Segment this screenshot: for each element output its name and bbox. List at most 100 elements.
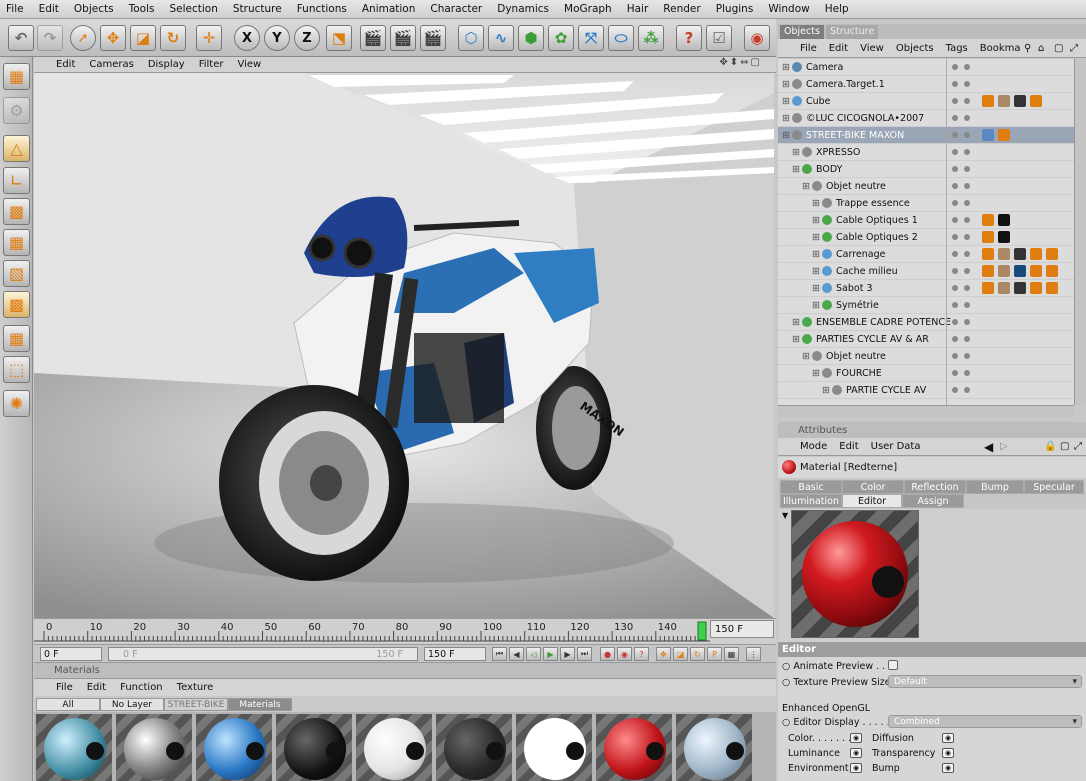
visibility-dots[interactable] (952, 200, 958, 206)
object-tree-row[interactable]: ⊞ Cache milieu (778, 263, 1074, 280)
expand-toggle-icon[interactable]: ⊞ (812, 283, 820, 294)
menu-structure[interactable]: Structure (233, 3, 282, 15)
object-tag-icon[interactable] (1046, 265, 1058, 277)
object-tag-icon[interactable] (998, 265, 1010, 277)
expand-toggle-icon[interactable]: ⊞ (782, 113, 790, 124)
object-tree-row[interactable]: ⊞ Camera (778, 59, 1074, 76)
object-tag-icon[interactable] (998, 129, 1010, 141)
new-window-icon[interactable]: ▢ (1054, 43, 1063, 54)
material-swatch[interactable] (36, 714, 112, 781)
visibility-dots[interactable] (952, 251, 958, 257)
next-key-icon[interactable]: ▶ (560, 647, 575, 661)
expand-toggle-icon[interactable]: ⊞ (812, 198, 820, 209)
attr-tab-specular[interactable]: Specular (1024, 480, 1084, 494)
back-arrow-icon[interactable]: ◀ (984, 440, 993, 454)
layout-icon[interactable]: ▦ (3, 63, 30, 90)
animate-preview-checkbox[interactable] (888, 660, 898, 670)
redo-icon[interactable]: ↷ (37, 25, 63, 51)
texture-preview-size-dropdown[interactable]: Default ▾ (888, 675, 1082, 688)
menu-hair[interactable]: Hair (627, 3, 649, 15)
maximize-icon[interactable]: ⤢ (1070, 43, 1078, 54)
expand-toggle-icon[interactable]: ⊞ (792, 334, 800, 345)
materials-menu-function[interactable]: Function (120, 682, 163, 693)
object-tag-icon[interactable] (998, 95, 1010, 107)
rotate-icon[interactable]: ↻ (160, 25, 186, 51)
menu-mograph[interactable]: MoGraph (564, 3, 612, 15)
visibility-dots[interactable] (952, 370, 958, 376)
object-tag-icon[interactable] (998, 231, 1010, 243)
menu-window[interactable]: Window (768, 3, 809, 15)
object-tree-row[interactable]: ⊞ ©LUC CICOGNOLA•2007 (778, 110, 1074, 127)
mat-tab-no-layer[interactable]: No Layer (100, 698, 164, 711)
eye-icon[interactable]: ◉ (942, 763, 954, 773)
eye-icon[interactable]: ◉ (850, 733, 862, 743)
preview-collapse-icon[interactable]: ▼ (782, 511, 788, 520)
expand-toggle-icon[interactable]: ⊞ (782, 130, 790, 141)
forward-arrow-icon[interactable]: ▷ (1000, 441, 1008, 452)
spline-icon[interactable]: ∿ (488, 25, 514, 51)
object-tree-row[interactable]: ⊞ STREET-BIKE MAXON (778, 127, 1074, 144)
visibility-dots[interactable] (952, 336, 958, 342)
object-tag-icon[interactable] (1030, 282, 1042, 294)
menu-objects[interactable]: Objects (74, 3, 114, 15)
expand-toggle-icon[interactable]: ⊞ (782, 96, 790, 107)
tab-structure[interactable]: Structure (826, 25, 879, 39)
key-pla-icon[interactable]: ▦ (724, 647, 739, 661)
viewport-menu-cameras[interactable]: Cameras (89, 59, 133, 70)
visibility-dots[interactable] (952, 132, 958, 138)
play-backward-icon[interactable]: ◁ (526, 647, 541, 661)
array-icon[interactable]: ✿ (548, 25, 574, 51)
objects-menu-view[interactable]: View (860, 43, 884, 54)
expand-toggle-icon[interactable]: ⊞ (812, 232, 820, 243)
object-tag-icon[interactable] (1014, 95, 1026, 107)
y-axis-button[interactable]: Y (264, 25, 290, 51)
render-view-icon[interactable]: 🎬 (360, 25, 386, 51)
help-icon[interactable]: ? (676, 25, 702, 51)
objects-menu-tags[interactable]: Tags (946, 43, 968, 54)
visibility-dots[interactable] (952, 268, 958, 274)
expand-toggle-icon[interactable]: ⊞ (812, 266, 820, 277)
material-swatch[interactable] (356, 714, 432, 781)
attr-tab-basic[interactable]: Basic (780, 480, 842, 494)
visibility-dots[interactable] (952, 234, 958, 240)
cube-primitive-icon[interactable]: ⬡ (458, 25, 484, 51)
timeline-settings-icon[interactable]: ⋮ (746, 647, 761, 661)
render-settings-icon[interactable]: 🎬 (420, 25, 446, 51)
goto-start-icon[interactable]: ⏮ (492, 647, 507, 661)
objects-menu-objects[interactable]: Objects (896, 43, 934, 54)
material-swatch[interactable] (276, 714, 352, 781)
key-parameter-icon[interactable]: P (707, 647, 722, 661)
object-tree-row[interactable]: ⊞ Carrenage (778, 246, 1074, 263)
object-tree-row[interactable]: ⊞ Cube (778, 93, 1074, 110)
visibility-dots[interactable] (952, 149, 958, 155)
object-tag-icon[interactable] (982, 265, 994, 277)
attr-tab-reflection[interactable]: Reflection (904, 480, 966, 494)
expand-toggle-icon[interactable]: ⊞ (812, 249, 820, 260)
object-tree-row[interactable]: ⊞ Cable Optiques 2 (778, 229, 1074, 246)
key-rotation-icon[interactable]: ↻ (690, 647, 705, 661)
visibility-dots[interactable] (952, 285, 958, 291)
objects-menu-file[interactable]: File (800, 43, 817, 54)
menu-plugins[interactable]: Plugins (716, 3, 754, 15)
render-picture-viewer-icon[interactable]: 🎬 (390, 25, 416, 51)
deformer-icon[interactable]: ⤧ (578, 25, 604, 51)
edges-mode-icon[interactable]: ▧ (3, 260, 30, 287)
eye-icon[interactable]: ◉ (942, 733, 954, 743)
object-tree-row[interactable]: ⊞ BODY (778, 161, 1074, 178)
object-tree-row[interactable]: ⊞ PARTIES CYCLE AV & AR (778, 331, 1074, 348)
object-axis-icon[interactable]: ✛ (196, 25, 222, 51)
object-tree-row[interactable]: ⊞ FOURCHE (778, 365, 1074, 382)
object-tag-icon[interactable] (1046, 248, 1058, 260)
objects-menu-bookmarks[interactable]: Bookma (980, 43, 1021, 54)
object-tree-row[interactable]: ⊞ Camera.Target.1 (778, 76, 1074, 93)
key-scale-icon[interactable]: ◪ (673, 647, 688, 661)
material-swatch[interactable] (676, 714, 752, 781)
move-icon[interactable]: ✥ (100, 25, 126, 51)
visibility-dots[interactable] (952, 98, 958, 104)
material-swatch[interactable] (516, 714, 592, 781)
object-tree-row[interactable]: ⊞ Cable Optiques 1 (778, 212, 1074, 229)
expand-toggle-icon[interactable]: ⊞ (802, 181, 810, 192)
object-tag-icon[interactable] (982, 248, 994, 260)
tab-objects[interactable]: Objects (780, 25, 824, 39)
visibility-dots[interactable] (952, 302, 958, 308)
